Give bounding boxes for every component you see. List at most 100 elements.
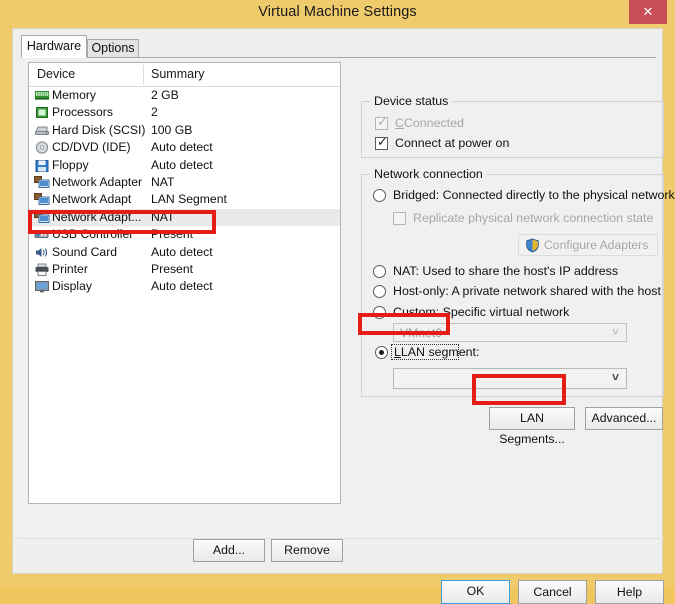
device-summary: LAN Segment xyxy=(151,192,227,207)
device-row-sound-card[interactable]: Sound Card Auto detect xyxy=(29,244,340,261)
connect-at-power-on-checkbox[interactable]: ✓ xyxy=(375,134,388,150)
device-summary: Auto detect xyxy=(151,279,213,294)
radio-nat-label[interactable]: NAT: Used to share the host's IP address xyxy=(393,264,618,278)
network-connection-legend: Network connection xyxy=(370,167,487,181)
lan-segment-combo[interactable]: ˅ xyxy=(393,368,627,389)
printer-icon xyxy=(34,262,50,277)
device-summary: 100 GB xyxy=(151,122,193,137)
network-adapter-icon xyxy=(34,192,50,207)
radio-custom-label[interactable]: Custom: Specific virtual network xyxy=(393,305,569,319)
network-adapter-icon xyxy=(34,175,50,190)
radio-lan-segment-label[interactable]: LLAN segment: xyxy=(394,345,479,359)
device-name: Display xyxy=(52,279,92,294)
configure-adapters-button: Configure Adapters xyxy=(518,234,658,256)
hard-disk-icon xyxy=(34,123,50,138)
device-list[interactable]: Device Summary Memory 2 GB Processors 2 xyxy=(28,62,341,504)
replicate-physical-network-checkbox xyxy=(393,212,406,225)
device-name: Sound Card xyxy=(52,244,118,259)
radio-dot xyxy=(379,350,384,355)
radio-bridged[interactable] xyxy=(373,189,386,202)
window-title: Virtual Machine Settings xyxy=(258,4,417,20)
device-list-header: Device Summary xyxy=(29,63,340,87)
add-button[interactable]: Add... xyxy=(193,539,265,562)
device-name: Printer xyxy=(52,261,88,276)
device-row-printer[interactable]: Printer Present xyxy=(29,261,340,278)
device-name: Network Adapt xyxy=(52,192,132,207)
footer-separator xyxy=(13,538,664,539)
custom-network-value: VMnet0 xyxy=(400,326,443,340)
connected-label-text: Connected xyxy=(403,116,464,130)
check-icon: ✓ xyxy=(377,134,388,149)
virtual-machine-settings-window: Virtual Machine Settings ✕ Hardware Opti… xyxy=(0,0,675,604)
check-icon: ✓ xyxy=(377,114,388,129)
floppy-icon xyxy=(34,158,50,173)
processor-icon xyxy=(34,105,50,120)
radio-bridged-label[interactable]: Bridged: Connected directly to the physi… xyxy=(393,188,675,202)
device-summary: Auto detect xyxy=(151,140,213,155)
cd-dvd-icon xyxy=(34,140,50,155)
advanced-button[interactable]: Advanced... xyxy=(585,407,663,430)
chevron-down-icon: ˅ xyxy=(611,325,619,339)
device-name: Hard Disk (SCSI) xyxy=(52,122,146,137)
column-header-device: Device xyxy=(37,67,76,81)
custom-network-combo: VMnet0 ˅ xyxy=(393,323,627,342)
chevron-down-icon: ˅ xyxy=(611,370,619,384)
connect-at-power-on-label[interactable]: Connect at power on xyxy=(395,136,509,150)
column-header-summary: Summary xyxy=(151,67,205,81)
device-summary: Present xyxy=(151,227,194,242)
device-summary: Auto detect xyxy=(151,244,213,259)
device-summary: 2 GB xyxy=(151,88,179,102)
radio-lan-segment-label-text: LAN segment: xyxy=(400,345,480,359)
display-icon xyxy=(34,279,50,294)
connected-label: CConnected xyxy=(395,116,464,130)
device-row-network-adapter-2[interactable]: Network Adapt LAN Segment xyxy=(29,191,340,208)
ok-button[interactable]: OK xyxy=(441,580,510,604)
device-summary: NAT xyxy=(151,174,175,189)
radio-host-only-label[interactable]: Host-only: A private network shared with… xyxy=(393,284,661,298)
replicate-physical-network-label: Replicate physical network connection st… xyxy=(413,211,654,225)
column-separator xyxy=(143,65,144,85)
radio-host-only[interactable] xyxy=(373,285,386,298)
lan-segments-button[interactable]: LAN Segments... xyxy=(489,407,575,446)
remove-button[interactable]: Remove xyxy=(271,539,343,562)
device-name: Floppy xyxy=(52,157,89,172)
tab-options[interactable]: Options xyxy=(87,39,139,58)
device-name: Network Adapt... xyxy=(52,209,142,224)
device-name: Network Adapter xyxy=(52,174,143,189)
device-name: Processors xyxy=(52,105,113,120)
device-summary: 2 xyxy=(151,105,158,120)
memory-icon xyxy=(34,88,50,103)
device-summary: Auto detect xyxy=(151,157,213,172)
device-row-network-adapter-1[interactable]: Network Adapter NAT xyxy=(29,174,340,191)
device-name: USB Controller xyxy=(52,227,134,242)
dialog-client-area: Hardware Options Device Summary Memory 2… xyxy=(12,28,675,604)
sound-card-icon xyxy=(34,245,50,260)
device-row-memory[interactable]: Memory 2 GB xyxy=(29,87,340,104)
radio-lan-segment[interactable] xyxy=(375,346,388,359)
tab-hardware[interactable]: Hardware xyxy=(21,35,87,58)
device-row-floppy[interactable]: Floppy Auto detect xyxy=(29,157,340,174)
device-summary: NAT xyxy=(151,209,175,224)
cancel-button[interactable]: Cancel xyxy=(518,580,587,604)
close-icon[interactable]: ✕ xyxy=(629,0,667,24)
configure-adapters-label: Configure Adapters xyxy=(544,238,649,252)
radio-custom[interactable] xyxy=(373,306,386,319)
connected-checkbox: ✓ xyxy=(375,114,388,130)
device-status-legend: Device status xyxy=(370,94,453,108)
device-summary: Present xyxy=(151,261,194,276)
radio-nat[interactable] xyxy=(373,265,386,278)
device-name: Memory xyxy=(52,88,97,102)
device-row-hard-disk[interactable]: Hard Disk (SCSI) 100 GB xyxy=(29,122,340,139)
device-row-processors[interactable]: Processors 2 xyxy=(29,104,340,121)
tab-strip: Hardware Options xyxy=(21,35,656,58)
device-row-network-adapter-3-selected[interactable]: Network Adapt... NAT xyxy=(29,208,340,227)
usb-controller-icon xyxy=(34,227,50,242)
shield-icon xyxy=(525,238,540,253)
title-bar: Virtual Machine Settings ✕ xyxy=(0,0,675,28)
help-button[interactable]: Help xyxy=(595,580,664,604)
device-row-cd-dvd[interactable]: CD/DVD (IDE) Auto detect xyxy=(29,139,340,156)
device-row-display[interactable]: Display Auto detect xyxy=(29,278,340,295)
device-row-usb-controller[interactable]: USB Controller Present xyxy=(29,226,340,243)
network-adapter-icon xyxy=(34,210,50,225)
device-name: CD/DVD (IDE) xyxy=(52,140,131,155)
